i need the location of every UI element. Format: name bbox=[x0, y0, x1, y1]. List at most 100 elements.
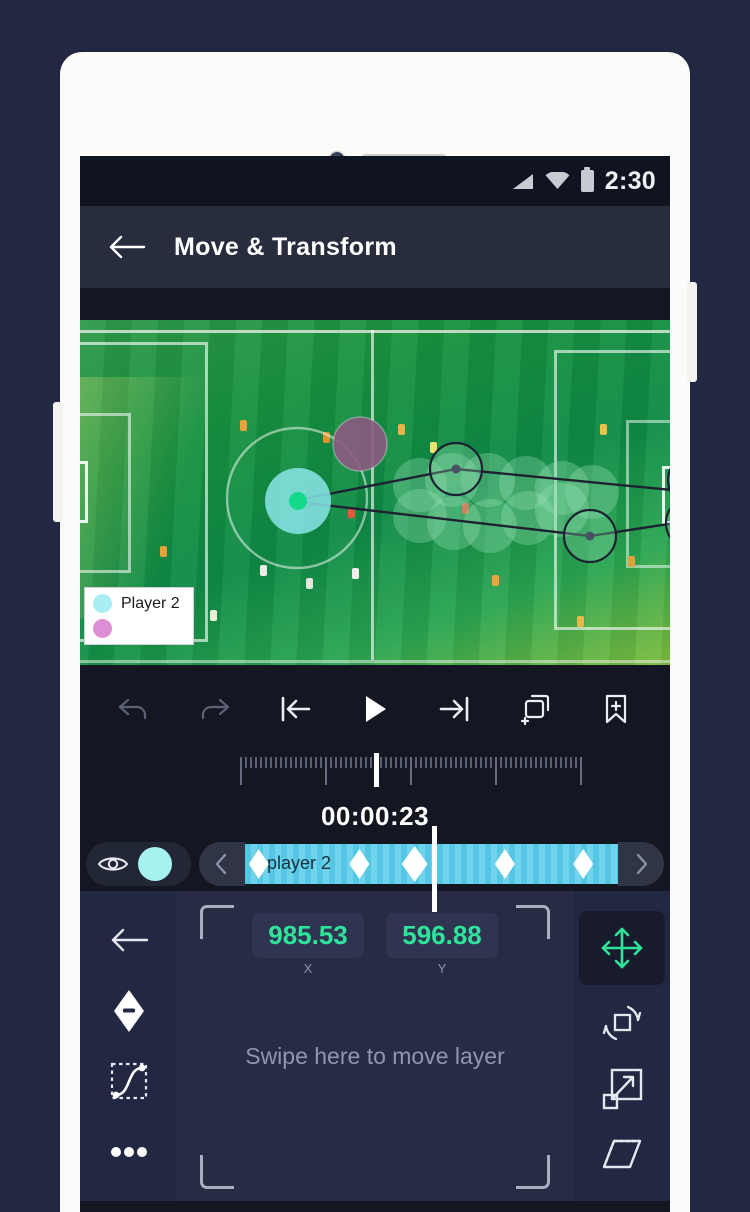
jump-to-end-button[interactable] bbox=[429, 683, 481, 735]
legend-row bbox=[93, 618, 185, 640]
swipe-hint-text: Swipe here to move layer bbox=[245, 1043, 505, 1069]
ruler-tick bbox=[420, 757, 422, 768]
legend-label: Player 2 bbox=[121, 594, 180, 612]
ruler-tick bbox=[330, 757, 332, 768]
page-title: Move & Transform bbox=[174, 232, 397, 261]
timecode-display: 00:00:23 bbox=[80, 801, 670, 837]
ruler-tick bbox=[380, 757, 382, 768]
phone-device-frame: 2:30 Move & Transform Player 2 00:00:23 … bbox=[53, 52, 697, 1212]
ruler-tick bbox=[255, 757, 257, 768]
ruler-tick bbox=[445, 757, 447, 768]
undo-icon bbox=[119, 698, 147, 720]
transport-toolbar bbox=[80, 665, 670, 753]
skip-to-end-icon bbox=[439, 696, 469, 722]
ruler-tick bbox=[280, 757, 282, 768]
coordinate-fields: 985.53 X 596.88 Y bbox=[178, 913, 572, 976]
skew-tool-button[interactable] bbox=[595, 1127, 649, 1181]
ruler-tick-major bbox=[410, 757, 412, 785]
keyframe-diamond-selected[interactable] bbox=[401, 846, 428, 882]
ruler-tick bbox=[250, 757, 252, 768]
layer-color-swatch[interactable] bbox=[138, 847, 172, 881]
back-arrow-icon[interactable] bbox=[108, 234, 146, 260]
ruler-tick bbox=[270, 757, 272, 768]
back-button[interactable] bbox=[102, 913, 156, 967]
ruler-tick bbox=[520, 757, 522, 768]
ruler-tick bbox=[480, 757, 482, 768]
rotate-icon bbox=[602, 1006, 641, 1041]
undo-button[interactable] bbox=[108, 683, 160, 735]
ruler-tick bbox=[450, 757, 452, 768]
timeline-playhead[interactable] bbox=[431, 826, 437, 912]
ruler-tick bbox=[570, 757, 572, 768]
ruler-tick bbox=[290, 757, 292, 768]
ruler-tick bbox=[475, 757, 477, 768]
ruler-tick bbox=[550, 757, 552, 768]
ruler-tick bbox=[245, 757, 247, 768]
play-icon bbox=[365, 696, 386, 722]
ruler-tick bbox=[470, 757, 472, 768]
ruler-tick bbox=[310, 757, 312, 768]
ruler-tick bbox=[265, 757, 267, 768]
eye-icon[interactable] bbox=[98, 854, 128, 874]
keyframe-diamond[interactable] bbox=[573, 849, 594, 879]
chevron-left-icon bbox=[215, 853, 227, 875]
power-button[interactable] bbox=[687, 282, 697, 382]
redo-button[interactable] bbox=[188, 683, 240, 735]
ruler-tick bbox=[350, 757, 352, 768]
keyframe-diamond[interactable] bbox=[349, 849, 370, 879]
swipe-canvas[interactable]: 985.53 X 596.88 Y Swipe here to move lay… bbox=[178, 891, 572, 1201]
move-tool-button[interactable] bbox=[578, 910, 665, 985]
layer-visibility-control[interactable] bbox=[86, 842, 191, 886]
keyframe-diamond[interactable] bbox=[248, 849, 269, 879]
ruler-tick bbox=[440, 757, 442, 768]
ruler-tick bbox=[345, 757, 347, 768]
ruler-tick bbox=[340, 757, 342, 768]
ruler-tick bbox=[535, 757, 537, 768]
bookmark-button[interactable] bbox=[590, 683, 642, 735]
more-dots-icon bbox=[110, 1146, 147, 1157]
ruler-tick bbox=[305, 757, 307, 768]
status-clock: 2:30 bbox=[604, 166, 656, 195]
easing-curve-button[interactable] bbox=[102, 1054, 156, 1108]
more-options-button[interactable] bbox=[102, 1125, 156, 1179]
phone-screen: 2:30 Move & Transform Player 2 00:00:23 … bbox=[80, 156, 670, 1212]
scale-icon bbox=[602, 1068, 642, 1109]
corner-bracket-bl bbox=[200, 1155, 234, 1189]
ruler-tick bbox=[425, 757, 427, 768]
y-value-field[interactable]: 596.88 bbox=[386, 913, 498, 958]
ruler-tick bbox=[360, 757, 362, 768]
ruler-tick-major bbox=[325, 757, 327, 785]
ruler-tick bbox=[540, 757, 542, 768]
scale-tool-button[interactable] bbox=[595, 1062, 649, 1116]
duplicate-layer-button[interactable] bbox=[510, 683, 562, 735]
player-blob-magenta bbox=[332, 416, 388, 472]
previous-keyframe-button[interactable] bbox=[199, 842, 245, 886]
play-button[interactable] bbox=[349, 683, 401, 735]
keyframe-diamond[interactable] bbox=[494, 849, 515, 879]
ruler-tick-major bbox=[240, 757, 242, 785]
ruler-tick bbox=[315, 757, 317, 768]
keyframe-center-dot bbox=[585, 531, 595, 541]
delete-keyframe-button[interactable] bbox=[102, 984, 156, 1038]
timeline-track[interactable]: player 2 bbox=[199, 826, 664, 912]
y-field-group: 596.88 Y bbox=[386, 913, 498, 976]
next-keyframe-button[interactable] bbox=[618, 842, 664, 886]
ruler-playhead[interactable] bbox=[374, 753, 379, 787]
timeline-ruler[interactable] bbox=[80, 753, 670, 801]
ruler-tick bbox=[320, 757, 322, 768]
ruler-tick bbox=[530, 757, 532, 768]
duplicate-add-icon bbox=[520, 694, 549, 725]
ruler-tick bbox=[400, 757, 402, 768]
move-arrows-icon bbox=[601, 927, 642, 969]
video-preview[interactable]: Player 2 bbox=[80, 320, 670, 665]
ruler-tick bbox=[490, 757, 492, 768]
editor-left-rail bbox=[80, 891, 178, 1201]
x-value-field[interactable]: 985.53 bbox=[252, 913, 364, 958]
redo-icon bbox=[202, 698, 230, 720]
skew-icon bbox=[602, 1140, 641, 1169]
jump-to-start-button[interactable] bbox=[269, 683, 321, 735]
rotate-tool-button[interactable] bbox=[595, 996, 649, 1050]
skip-to-start-icon bbox=[281, 696, 311, 722]
volume-button[interactable] bbox=[53, 402, 63, 522]
ruler-tick bbox=[365, 757, 367, 768]
